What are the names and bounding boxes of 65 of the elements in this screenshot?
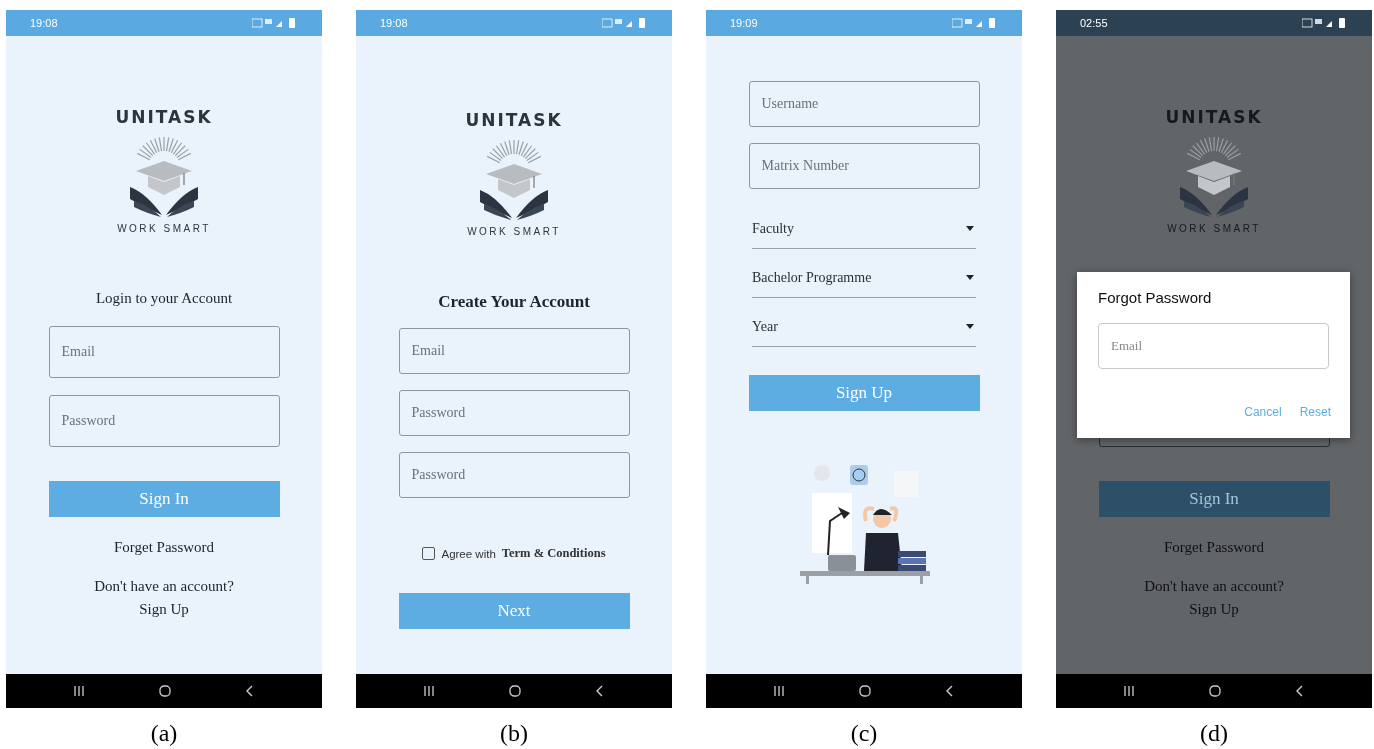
text-input-field[interactable]: Password	[398, 390, 630, 436]
sign-in-button[interactable]: Sign In	[1098, 481, 1330, 517]
home-icon[interactable]	[1209, 685, 1221, 697]
text-input-field[interactable]: Password	[398, 452, 630, 498]
back-icon[interactable]	[596, 685, 605, 697]
dropdown-field[interactable]: Faculty	[752, 209, 976, 249]
home-icon[interactable]	[509, 685, 521, 697]
recent-apps-icon[interactable]	[423, 686, 434, 696]
dialog-title: Forgot Password	[1098, 289, 1213, 306]
recent-apps-icon[interactable]	[1123, 686, 1134, 696]
figure-caption: (a)	[150, 720, 178, 747]
email-input-field[interactable]: Email	[1098, 323, 1329, 369]
text-input-field[interactable]: Email	[48, 326, 280, 378]
app-title: UNITASK	[115, 107, 213, 127]
status-time: 19:09	[730, 17, 758, 29]
dropdown-field[interactable]: Year	[752, 307, 976, 347]
dropdown-field[interactable]: Bachelor Programme	[752, 258, 976, 298]
figure-caption: (d)	[1200, 720, 1228, 747]
text-input-field[interactable]: Password	[48, 395, 280, 447]
status-icons	[602, 17, 646, 29]
agree-checkbox[interactable]	[422, 547, 436, 560]
screen-heading: Create Your Account	[438, 292, 590, 313]
account-prompt: Don't have an account?	[94, 578, 234, 595]
home-icon[interactable]	[159, 685, 171, 697]
status-icons	[952, 17, 996, 29]
screen-heading: Login to your Account	[95, 290, 233, 308]
app-tagline: WORK SMART	[467, 226, 561, 237]
forget-password-link[interactable]: Forget Password	[1163, 539, 1265, 556]
recent-apps-icon[interactable]	[73, 686, 84, 696]
app-title: UNITASK	[1165, 107, 1263, 127]
dropdown-label: Bachelor Programme	[752, 269, 872, 286]
caret-icon	[966, 275, 974, 280]
sign-up-link[interactable]: Sign Up	[1189, 601, 1239, 618]
text-input-field[interactable]: Username	[748, 81, 980, 127]
text-input-field[interactable]: Email	[398, 328, 630, 374]
status-time: 02:55	[1080, 17, 1108, 29]
app-title: UNITASK	[465, 110, 563, 130]
next-button[interactable]: Next	[398, 593, 630, 629]
text-input-field[interactable]: Matrix Number	[748, 143, 980, 189]
sign-up-button[interactable]: Sign Up	[748, 375, 980, 411]
dialog-action-button[interactable]: Cancel	[1244, 405, 1282, 419]
status-time: 19:08	[380, 17, 408, 29]
back-icon[interactable]	[946, 685, 955, 697]
checkbox-label: Agree with	[441, 547, 496, 560]
app-tagline: WORK SMART	[1167, 223, 1261, 234]
status-time: 19:08	[30, 17, 58, 29]
forget-password-link[interactable]: Forget Password	[113, 539, 215, 556]
terms-link[interactable]: Term & Conditions	[501, 546, 606, 561]
figure-caption: (c)	[850, 720, 878, 747]
status-icons	[252, 17, 296, 29]
figure-caption: (b)	[500, 720, 528, 747]
sign-up-link[interactable]: Sign Up	[139, 601, 189, 618]
recent-apps-icon[interactable]	[773, 686, 784, 696]
status-icons	[1302, 17, 1346, 29]
back-icon[interactable]	[1296, 685, 1305, 697]
home-icon[interactable]	[859, 685, 871, 697]
account-prompt: Don't have an account?	[1144, 578, 1284, 595]
app-tagline: WORK SMART	[117, 223, 211, 234]
dialog-action-button[interactable]: Reset	[1299, 405, 1331, 419]
back-icon[interactable]	[246, 685, 255, 697]
caret-icon	[966, 226, 974, 231]
dropdown-label: Faculty	[752, 220, 794, 237]
sign-in-button[interactable]: Sign In	[48, 481, 280, 517]
dropdown-label: Year	[752, 318, 778, 335]
caret-icon	[966, 324, 974, 329]
